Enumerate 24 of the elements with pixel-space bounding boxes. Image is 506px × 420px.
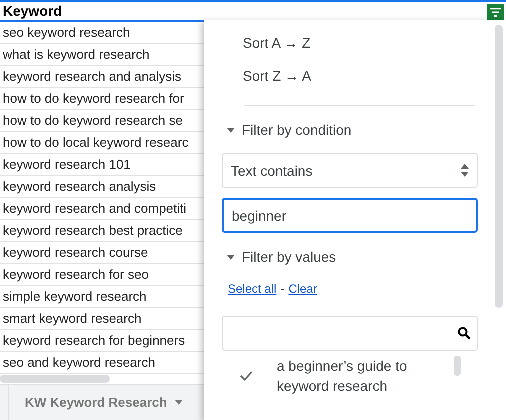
input-field[interactable]: beginner xyxy=(222,198,478,233)
search-field[interactable] xyxy=(222,316,478,351)
clear-link[interactable]: Clear xyxy=(288,282,318,296)
scrollbar-thumb[interactable] xyxy=(0,375,110,383)
checkmark-icon[interactable] xyxy=(240,371,253,381)
scrollbar-thumb[interactable] xyxy=(454,356,461,376)
scrollbar-thumb[interactable] xyxy=(495,25,503,308)
select-all-link[interactable]: Select all xyxy=(228,282,277,296)
filter-icon xyxy=(490,8,501,16)
section-toggle[interactable]: Filter by values xyxy=(227,246,492,268)
section-toggle[interactable]: Filter by condition xyxy=(227,119,492,141)
caret-icon xyxy=(175,400,184,405)
up-down-arrows-icon xyxy=(461,164,469,177)
caret-icon xyxy=(227,128,235,132)
value-option[interactable]: a beginner’s guide to keyword research xyxy=(277,356,447,396)
menu-item[interactable]: Sort Z → A xyxy=(222,60,492,93)
filter-button[interactable] xyxy=(487,4,504,20)
caret-icon xyxy=(227,254,235,260)
condition-dropdown[interactable]: Text contains xyxy=(222,153,478,188)
menu-item[interactable]: Sort A → Z xyxy=(222,27,492,60)
search-icon xyxy=(458,327,471,340)
sheet-tab[interactable]: KW Keyword Research xyxy=(25,395,184,410)
separator-text: - xyxy=(280,282,285,296)
column-header[interactable]: Keyword xyxy=(0,2,205,22)
